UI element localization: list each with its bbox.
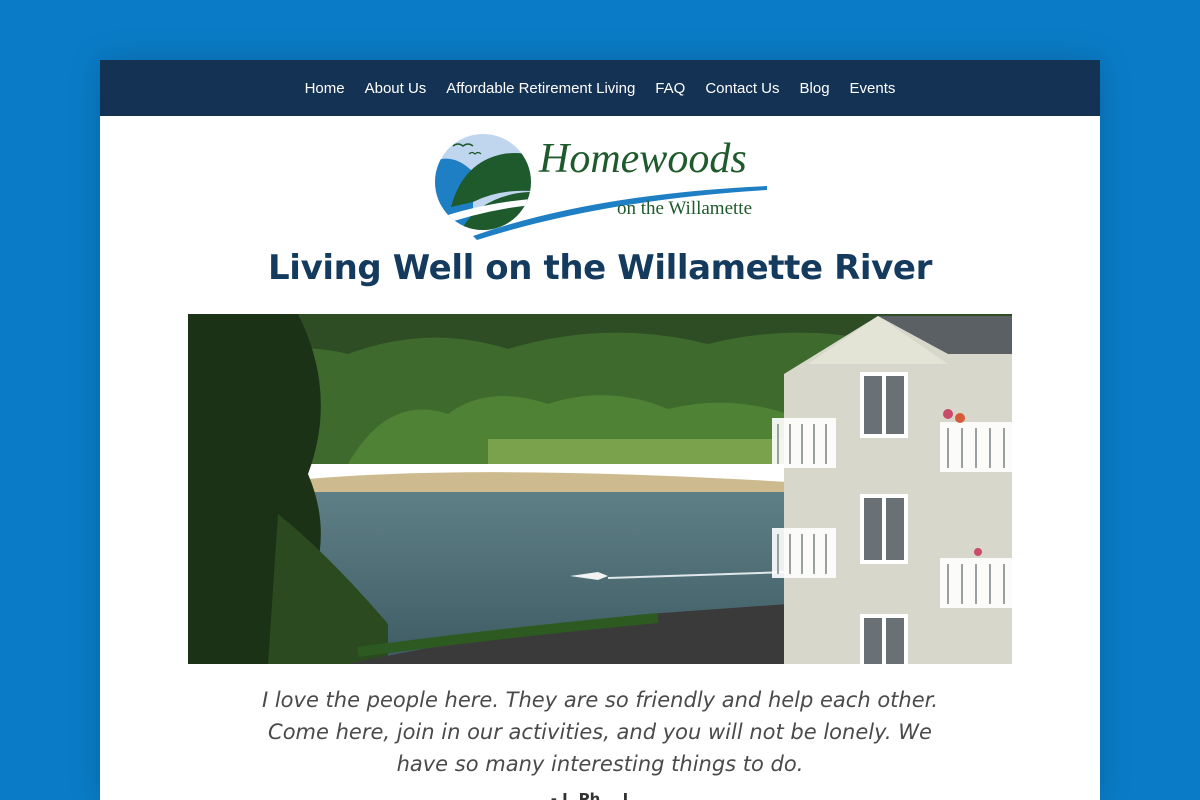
logo-wordmark: Homewoods [538,136,747,182]
site-logo[interactable]: Homewoods on the Willamette [433,132,773,240]
nav-contact-us[interactable]: Contact Us [695,80,789,97]
nav-about-us[interactable]: About Us [355,80,437,97]
nav-faq[interactable]: FAQ [645,80,695,97]
nav-blog[interactable]: Blog [790,80,840,97]
logo-tagline: on the Willamette [617,198,752,219]
hero-image [188,314,1012,664]
site-frame: Home About Us Affordable Retirement Livi… [100,60,1100,800]
logo-graphic: Homewoods on the Willamette [435,134,767,240]
main-nav: Home About Us Affordable Retirement Livi… [100,60,1100,116]
logo-mark [435,134,531,230]
page-headline: Living Well on the Willamette River [268,248,932,288]
testimonial-attribution: - J. Ph... L... [550,790,650,800]
testimonial-quote: I love the people here. They are so frie… [261,688,939,776]
nav-home[interactable]: Home [295,80,355,97]
nav-affordable-retirement-living[interactable]: Affordable Retirement Living [436,80,645,97]
nav-events[interactable]: Events [840,80,906,97]
